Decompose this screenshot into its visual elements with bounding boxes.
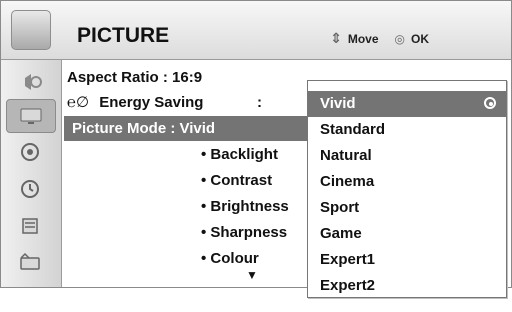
- page-title: PICTURE: [77, 24, 170, 47]
- speaker-icon: [25, 74, 42, 90]
- input-icon: [20, 252, 40, 270]
- aspect-ratio-item[interactable]: Aspect Ratio : 16:9: [67, 65, 202, 90]
- ok-hint-label: OK: [411, 31, 429, 46]
- channel-icon: [21, 143, 39, 161]
- dropdown-option-natural[interactable]: Natural: [308, 143, 506, 169]
- dropdown-option-label: Vivid: [320, 95, 356, 112]
- dropdown-option-cinema[interactable]: Cinema: [308, 169, 506, 195]
- four-way-arrow-icon: ⇕: [330, 30, 342, 46]
- clock-icon: [21, 180, 39, 198]
- dropdown-option-vivid[interactable]: Vivid: [308, 91, 506, 117]
- sidebar-item-option[interactable]: [6, 210, 54, 242]
- sidebar-item-channel[interactable]: [6, 136, 54, 168]
- picture-mode-dropdown: Vivid Standard Natural Cinema Sport Game…: [307, 80, 507, 298]
- sidebar-item-input[interactable]: [6, 247, 54, 279]
- scroll-down-indicator[interactable]: ▼: [246, 263, 258, 288]
- menu-header: PICTURE ⇕ Move ◎ OK: [1, 1, 511, 60]
- dropdown-option-standard[interactable]: Standard: [308, 117, 506, 143]
- ok-button-icon: ◎: [394, 31, 405, 46]
- sidebar: [1, 60, 62, 287]
- picture-mode-item[interactable]: Picture Mode : Vivid: [64, 116, 308, 141]
- submenu-item-contrast[interactable]: • Contrast: [201, 168, 272, 193]
- submenu-item-brightness[interactable]: • Brightness: [201, 194, 289, 219]
- dropdown-option-game[interactable]: Game: [308, 221, 506, 247]
- sidebar-item-picture[interactable]: [6, 99, 56, 133]
- sidebar-item-audio[interactable]: [6, 66, 54, 98]
- move-hint-label: Move: [347, 31, 379, 46]
- option-icon: [22, 218, 38, 234]
- energy-saving-item[interactable]: ℮∅ Energy Saving : Off: [67, 90, 279, 136]
- energy-saving-icon: ℮∅: [67, 94, 90, 111]
- tv-icon: [20, 108, 42, 124]
- picture-icon: [11, 10, 51, 50]
- dropdown-option-expert1[interactable]: Expert1: [308, 247, 506, 273]
- picture-menu-window: PICTURE ⇕ Move ◎ OK Aspect Ratio: 16:9 …: [0, 0, 512, 298]
- navigation-hints: ⇕ Move ◎ OK: [330, 30, 429, 47]
- dropdown-option-expert2[interactable]: Expert2: [308, 273, 506, 299]
- dropdown-option-sport[interactable]: Sport: [308, 195, 506, 221]
- energy-saving-label: Energy Saving: [99, 94, 204, 111]
- selected-radio-icon: [484, 97, 496, 109]
- sidebar-item-time[interactable]: [6, 173, 54, 205]
- submenu-item-sharpness[interactable]: • Sharpness: [201, 220, 287, 245]
- picture-mode-label: Picture Mode : Vivid: [72, 120, 216, 137]
- submenu-item-backlight[interactable]: • Backlight: [201, 142, 278, 167]
